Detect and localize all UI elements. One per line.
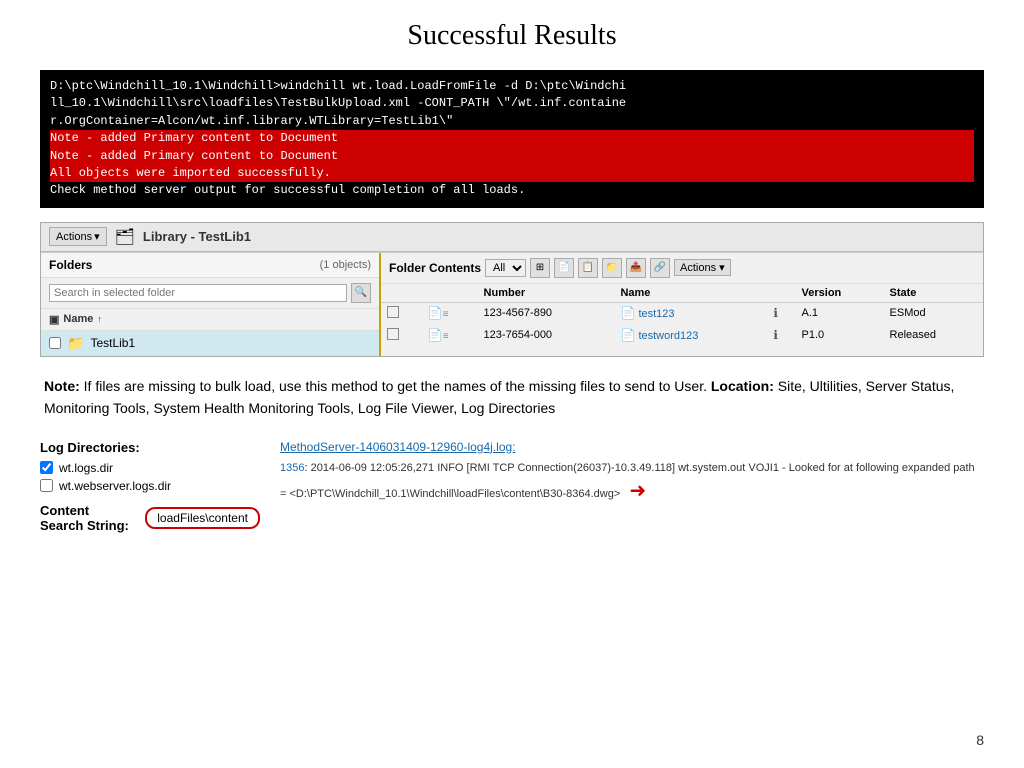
- table-row: 📄≡ 123-4567-890 📄 test123 ℹ A.1 ESMod: [381, 302, 983, 324]
- page-number: 8: [976, 732, 984, 748]
- location-bold: Location:: [711, 378, 774, 394]
- folders-header: Folders (1 objects): [41, 253, 379, 278]
- th-state: State: [884, 284, 983, 303]
- folders-pane: Folders (1 objects) 🔍 ▣ Name ↑ 📁 TestLib…: [41, 253, 381, 356]
- folders-search-input[interactable]: [49, 284, 347, 302]
- dropdown-icon: ▾: [94, 230, 100, 243]
- note-section: Note: If files are missing to bulk load,…: [40, 375, 984, 420]
- log-search-value: loadFiles\content: [145, 507, 260, 529]
- fc-toolbar: Folder Contents All ⊞ 📄 📋 📁 📤 🔗 Actions …: [381, 253, 983, 284]
- info-icon[interactable]: ℹ: [773, 306, 778, 320]
- log-directory-item: wt.webserver.logs.dir: [40, 479, 260, 493]
- log-layout: Log Directories: wt.logs.dir wt.webserver…: [40, 440, 984, 533]
- page-title: Successful Results: [40, 20, 984, 52]
- arrow-icon: ➜: [629, 480, 646, 502]
- row-doc-icons: 📄≡: [422, 302, 478, 324]
- note-text1: If files are missing to bulk load, use t…: [80, 378, 711, 394]
- name-col-label: Name: [63, 313, 93, 325]
- terminal-output: D:\ptc\Windchill_10.1\Windchill>windchil…: [40, 70, 984, 208]
- table-header-row: Number Name Version State: [381, 284, 983, 303]
- expand-icon: ▣: [49, 313, 59, 326]
- log-search-label: Content Search String:: [40, 503, 135, 533]
- fc-actions-button[interactable]: Actions ▾: [674, 259, 731, 276]
- log-link[interactable]: MethodServer-1406031409-12960-log4j.log:: [280, 440, 516, 454]
- folders-title: Folders: [49, 258, 92, 272]
- log-item-label: wt.logs.dir: [59, 461, 113, 475]
- row-state: Released: [884, 324, 983, 346]
- log-line-number: 1356: [280, 462, 304, 474]
- folder-contents-pane: Folder Contents All ⊞ 📄 📋 📁 📤 🔗 Actions …: [381, 253, 983, 356]
- library-label: Library - TestLib1: [143, 229, 251, 244]
- log-item-label: wt.webserver.logs.dir: [59, 479, 171, 493]
- fc-dropdown-icon: ▾: [719, 262, 725, 274]
- th-icons: [422, 284, 478, 303]
- fc-title: Folder Contents: [389, 261, 481, 275]
- log-title: Log Directories:: [40, 440, 260, 455]
- fc-icon-btn-3[interactable]: 📋: [578, 258, 598, 278]
- wc-toolbar: Actions ▾ 🗂 Library - TestLib1: [41, 223, 983, 252]
- row-number: 123-7654-000: [478, 324, 615, 346]
- th-name: Name: [614, 284, 767, 303]
- doc-link[interactable]: test123: [638, 308, 674, 320]
- th-version: Version: [796, 284, 884, 303]
- log-output: 1356: 2014-06-09 12:05:26,271 INFO [RMI …: [280, 460, 984, 507]
- row-doc-icons: 📄≡: [422, 324, 478, 346]
- table-row: 📄≡ 123-7654-000 📄 testword123 ℹ P1.0 Rel…: [381, 324, 983, 346]
- actions-button[interactable]: Actions ▾: [49, 227, 107, 246]
- th-info: [767, 284, 795, 303]
- folder-checkbox[interactable]: [49, 337, 61, 349]
- log-directories-section: Log Directories: wt.logs.dir wt.webserver…: [40, 440, 984, 533]
- log-left-col: Log Directories: wt.logs.dir wt.webserver…: [40, 440, 260, 533]
- log-checkbox[interactable]: [40, 479, 53, 492]
- folder-row[interactable]: 📁 TestLib1: [41, 331, 379, 356]
- row-state: ESMod: [884, 302, 983, 324]
- folder-icon: 📁: [67, 335, 84, 352]
- row-checkbox[interactable]: [381, 302, 422, 324]
- note-bold: Note:: [44, 378, 80, 394]
- actions-label: Actions: [56, 231, 92, 243]
- row-info[interactable]: ℹ: [767, 324, 795, 346]
- fc-icon-btn-1[interactable]: ⊞: [530, 258, 550, 278]
- row-version: A.1: [796, 302, 884, 324]
- log-right-col: MethodServer-1406031409-12960-log4j.log:…: [280, 440, 984, 533]
- row-number: 123-4567-890: [478, 302, 615, 324]
- folders-count: (1 objects): [320, 259, 371, 271]
- row-name: 📄 testword123: [614, 324, 767, 346]
- fc-icon-btn-2[interactable]: 📄: [554, 258, 574, 278]
- fc-actions-label: Actions: [680, 262, 716, 274]
- wc-content-area: Folders (1 objects) 🔍 ▣ Name ↑ 📁 TestLib…: [41, 252, 983, 356]
- row-checkbox[interactable]: [381, 324, 422, 346]
- library-icon: 🗂: [115, 227, 135, 247]
- folders-col-header: ▣ Name ↑: [41, 309, 379, 331]
- fc-icon-btn-5[interactable]: 📤: [626, 258, 646, 278]
- windchill-panel: Actions ▾ 🗂 Library - TestLib1 Folders (…: [40, 222, 984, 357]
- fc-table: Number Name Version State 📄≡ 123-4567-89…: [381, 284, 983, 347]
- row-info[interactable]: ℹ: [767, 302, 795, 324]
- info-icon[interactable]: ℹ: [773, 328, 778, 342]
- folder-name: TestLib1: [90, 336, 135, 350]
- log-line-text: : 2014-06-09 12:05:26,271 INFO [RMI TCP …: [280, 462, 975, 501]
- folders-search-bar: 🔍: [41, 278, 379, 309]
- row-name: 📄 test123: [614, 302, 767, 324]
- th-checkbox: [381, 284, 422, 303]
- fc-icon-btn-6[interactable]: 🔗: [650, 258, 670, 278]
- log-checkbox[interactable]: [40, 461, 53, 474]
- fc-filter-select[interactable]: All: [485, 259, 526, 277]
- search-button[interactable]: 🔍: [351, 283, 371, 303]
- sort-icon[interactable]: ↑: [97, 314, 102, 324]
- log-search-row: Content Search String: loadFiles\content: [40, 503, 260, 533]
- fc-icon-btn-4[interactable]: 📁: [602, 258, 622, 278]
- doc-link[interactable]: testword123: [638, 330, 698, 342]
- log-directory-item: wt.logs.dir: [40, 461, 260, 475]
- row-version: P1.0: [796, 324, 884, 346]
- th-number: Number: [478, 284, 615, 303]
